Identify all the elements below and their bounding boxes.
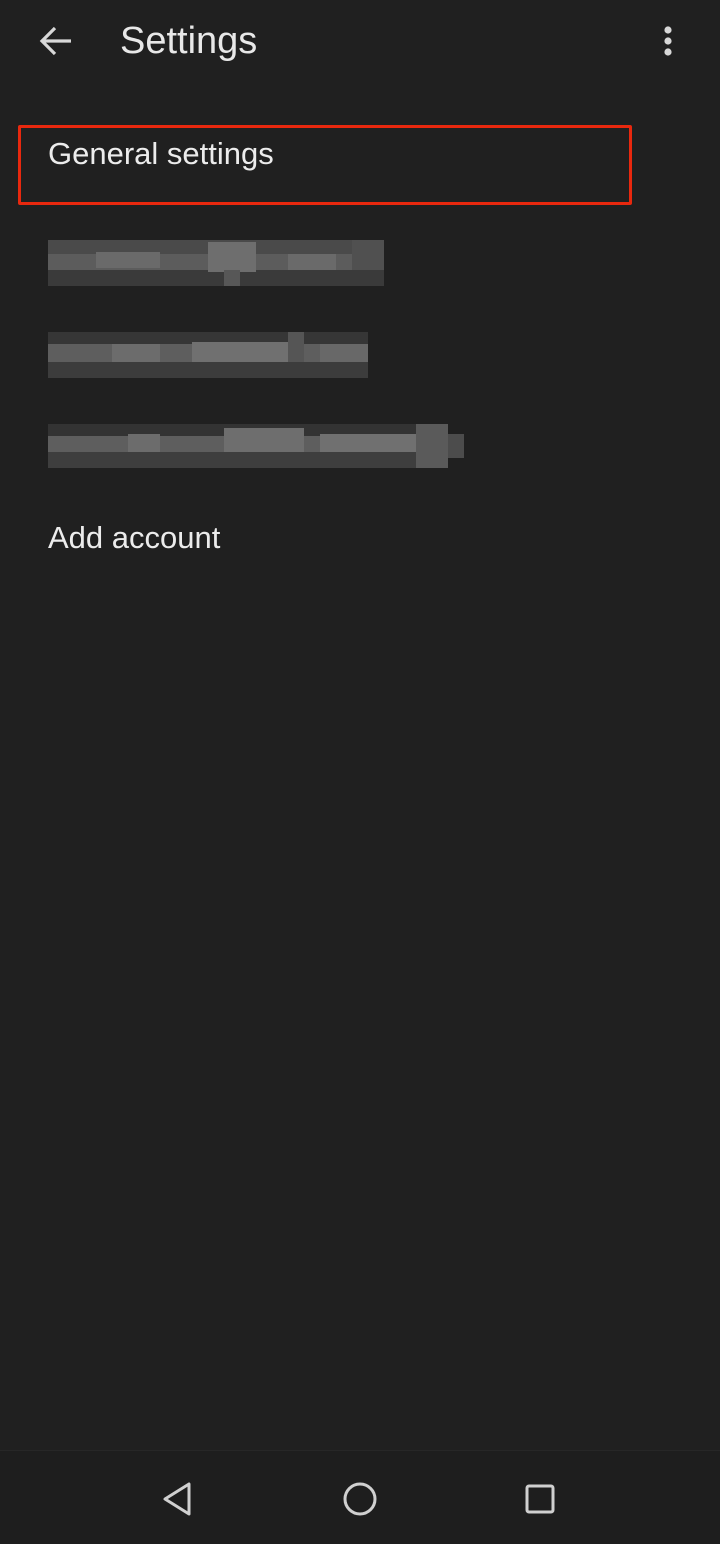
add-account-item[interactable]: Add account [0, 500, 720, 580]
arrow-back-icon [39, 26, 71, 56]
nav-recents-button[interactable] [510, 1469, 570, 1529]
system-nav-bar [0, 1450, 720, 1544]
app-bar: Settings [0, 0, 720, 84]
back-button[interactable] [30, 18, 82, 64]
page-title: Settings [120, 20, 258, 62]
account-item[interactable] [0, 306, 720, 394]
more-vert-icon [664, 26, 672, 56]
general-settings-item[interactable]: General settings [0, 120, 720, 206]
circle-home-icon [343, 1482, 377, 1516]
nav-back-button[interactable] [148, 1469, 208, 1529]
triangle-back-icon [163, 1482, 191, 1516]
square-recents-icon [525, 1484, 555, 1514]
general-settings-label: General settings [48, 136, 274, 171]
account-item[interactable] [0, 398, 720, 488]
nav-home-button[interactable] [330, 1469, 390, 1529]
settings-screen: Settings General settings Add account [0, 0, 720, 1544]
add-account-label: Add account [48, 520, 221, 555]
overflow-menu-button[interactable] [648, 18, 688, 64]
account-item[interactable] [0, 212, 720, 302]
